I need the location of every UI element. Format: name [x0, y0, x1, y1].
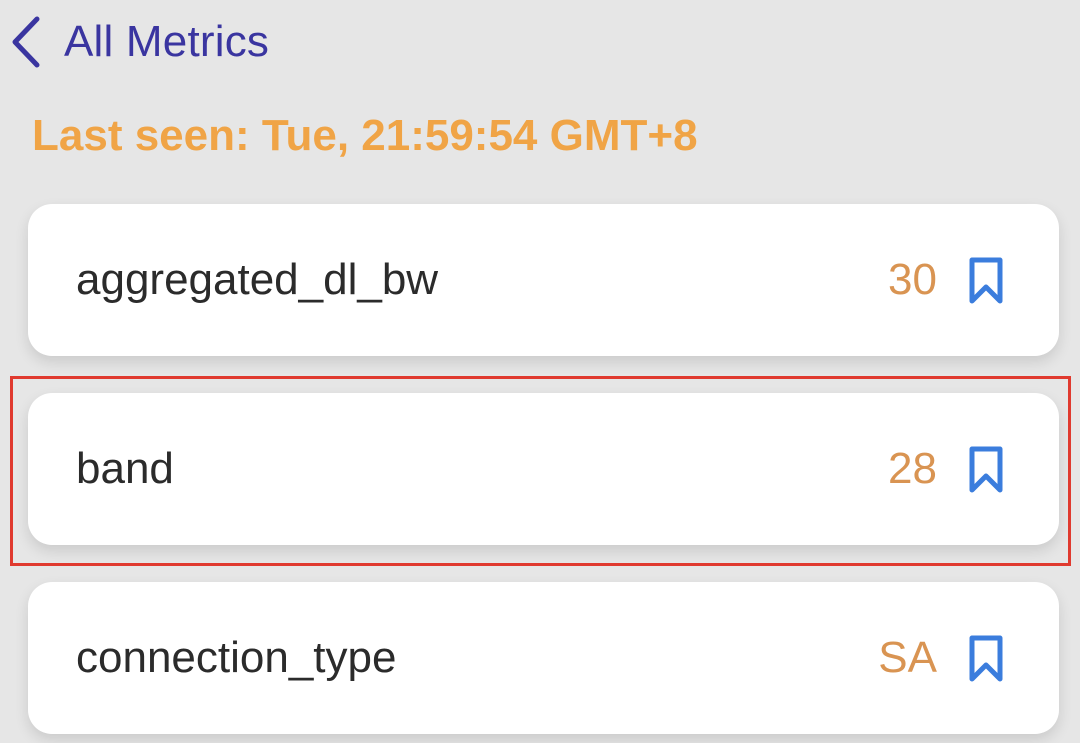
metric-value: SA: [878, 633, 937, 682]
metric-row-band[interactable]: band 28: [28, 393, 1059, 545]
metric-name: band: [76, 444, 174, 493]
bookmark-icon[interactable]: [967, 256, 1005, 306]
metric-name: aggregated_dl_bw: [76, 255, 439, 304]
bookmark-icon[interactable]: [967, 634, 1005, 684]
metric-name: connection_type: [76, 633, 397, 682]
metric-row-connection-type[interactable]: connection_type SA: [28, 582, 1059, 734]
metric-row-aggregated-dl-bw[interactable]: aggregated_dl_bw 30: [28, 204, 1059, 356]
metric-value: 28: [888, 444, 937, 493]
metrics-list: aggregated_dl_bw 30 band 28 connection_t…: [0, 0, 1080, 743]
metric-value: 30: [888, 255, 937, 304]
bookmark-icon[interactable]: [967, 445, 1005, 495]
